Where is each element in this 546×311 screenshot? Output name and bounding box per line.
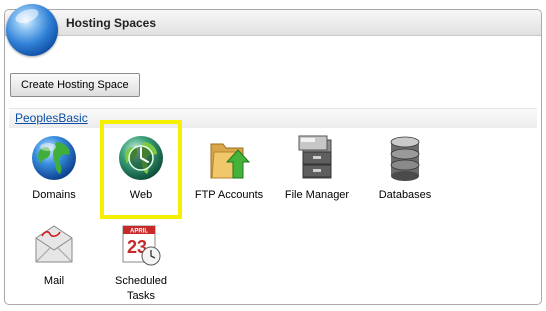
folder-upload-icon — [205, 134, 253, 182]
hosting-space-header: PeoplesBasic — [9, 108, 537, 128]
calendar-month-text: APRIL — [130, 229, 148, 235]
envelope-icon — [30, 220, 78, 268]
file-manager-tile[interactable]: File Manager — [277, 134, 357, 203]
hosting-globe-icon — [6, 4, 58, 56]
globe-icon — [30, 134, 78, 182]
hosting-space-link[interactable]: PeoplesBasic — [15, 111, 88, 125]
page-title: Hosting Spaces — [66, 16, 157, 30]
ftp-accounts-tile[interactable]: FTP Accounts — [189, 134, 269, 203]
calendar-clock-icon: APRIL 23 — [117, 220, 165, 268]
panel-header: Hosting Spaces — [5, 10, 541, 36]
create-hosting-space-button[interactable]: Create Hosting Space — [10, 73, 140, 97]
database-icon — [381, 134, 429, 182]
selection-highlight — [100, 120, 182, 219]
hosting-spaces-panel: Hosting Spaces Create Hosting Space Peop… — [4, 9, 542, 305]
domains-tile[interactable]: Domains — [14, 134, 94, 203]
databases-tile[interactable]: Databases — [365, 134, 445, 203]
domains-label: Domains — [32, 189, 76, 201]
toolbar: Create Hosting Space — [10, 73, 140, 97]
file-manager-label: File Manager — [284, 189, 350, 201]
file-cabinet-icon — [293, 134, 341, 182]
mail-tile[interactable]: Mail — [14, 220, 94, 289]
ftp-accounts-label: FTP Accounts — [194, 189, 264, 201]
scheduled-tasks-label: Scheduled Tasks — [115, 275, 167, 302]
mail-label: Mail — [43, 275, 65, 287]
scheduled-tasks-tile[interactable]: APRIL 23 Scheduled Tasks — [101, 220, 181, 304]
databases-label: Databases — [378, 189, 432, 201]
